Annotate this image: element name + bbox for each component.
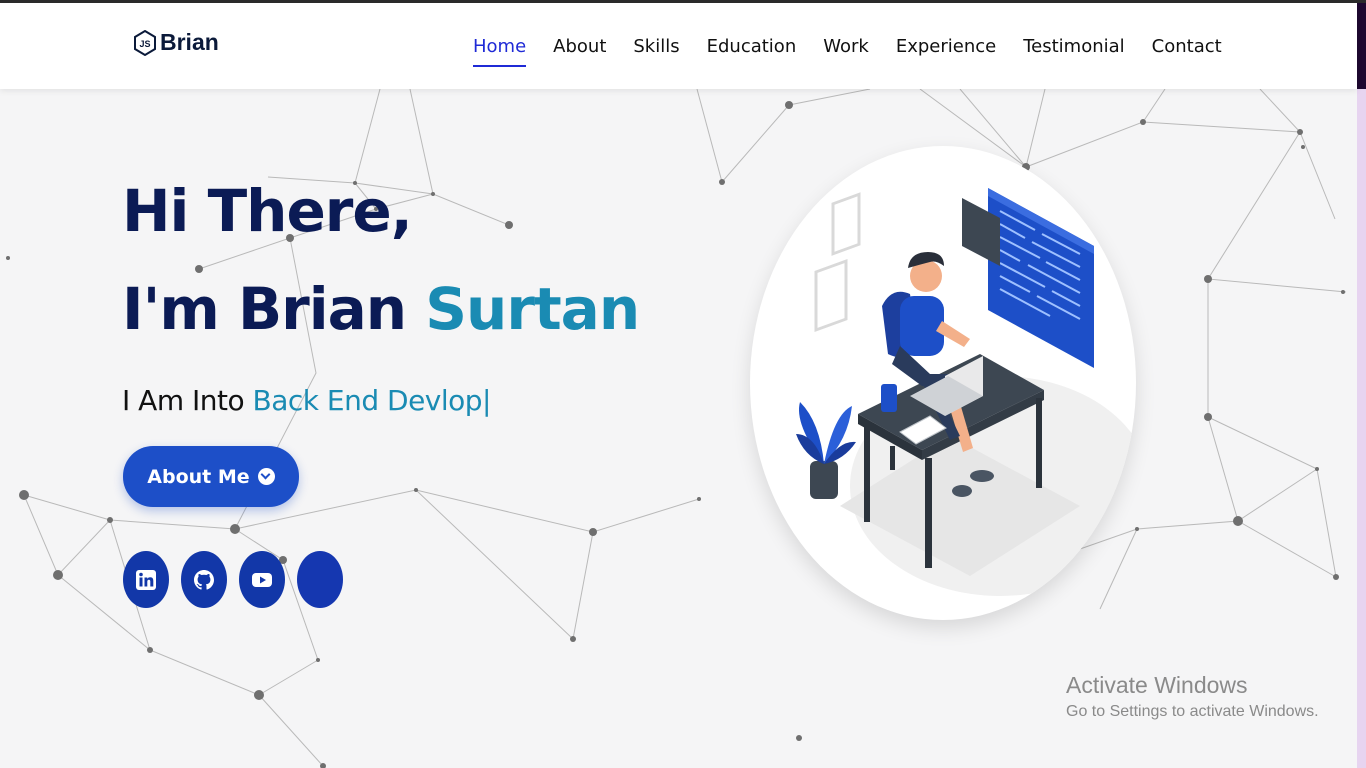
- logo[interactable]: JS Brian: [134, 29, 219, 56]
- nav-education[interactable]: Education: [707, 36, 797, 67]
- hero-surname: Surtan: [425, 275, 640, 343]
- svg-text:JS: JS: [139, 39, 150, 49]
- typed-prefix: I Am Into: [122, 384, 253, 417]
- hero-intro: I'm Brian: [122, 275, 426, 343]
- page-scrollbar[interactable]: [1357, 3, 1366, 768]
- site-header: JS Brian Home About Skills Education Wor…: [0, 3, 1357, 89]
- nav-home[interactable]: Home: [473, 36, 527, 67]
- chevron-circle-down-icon: [257, 468, 275, 485]
- brand-name: Brian: [160, 29, 219, 55]
- developer-at-desk-illustration: [750, 146, 1136, 620]
- linkedin-link[interactable]: [123, 551, 169, 608]
- nav-skills[interactable]: Skills: [633, 36, 679, 67]
- blank-social-link[interactable]: [297, 551, 343, 608]
- nav-contact[interactable]: Contact: [1152, 36, 1222, 67]
- main-nav: Home About Skills Education Work Experie…: [473, 36, 1249, 67]
- typed-line: I Am Into Back End Devlop|: [122, 384, 639, 417]
- nav-about[interactable]: About: [553, 36, 606, 67]
- youtube-link[interactable]: [239, 551, 285, 608]
- linkedin-icon: [136, 569, 156, 590]
- hero-text: Hi There, I'm Brian Surtan I Am Into Bac…: [122, 177, 640, 417]
- hero-greeting: Hi There,: [122, 177, 413, 245]
- nav-testimonial[interactable]: Testimonial: [1023, 36, 1124, 67]
- about-me-button[interactable]: About Me: [123, 446, 299, 507]
- windows-activation-watermark: Activate Windows Go to Settings to activ…: [1066, 672, 1319, 721]
- youtube-icon: [252, 572, 272, 587]
- illustration-drawing: [796, 188, 1136, 596]
- github-icon: [194, 569, 214, 590]
- hero-name-line: I'm Brian Surtan: [122, 275, 640, 343]
- typed-role: Back End Devlop: [252, 384, 483, 417]
- watermark-subtitle: Go to Settings to activate Windows.: [1066, 703, 1319, 720]
- nodejs-hexagon-icon: JS: [134, 29, 156, 56]
- social-links: [123, 551, 343, 608]
- scrollbar-thumb[interactable]: [1357, 3, 1366, 89]
- nav-work[interactable]: Work: [823, 36, 869, 67]
- nav-experience[interactable]: Experience: [896, 36, 996, 67]
- watermark-title: Activate Windows: [1066, 672, 1248, 698]
- typing-cursor: |: [482, 384, 491, 417]
- github-link[interactable]: [181, 551, 227, 608]
- about-me-label: About Me: [147, 465, 250, 488]
